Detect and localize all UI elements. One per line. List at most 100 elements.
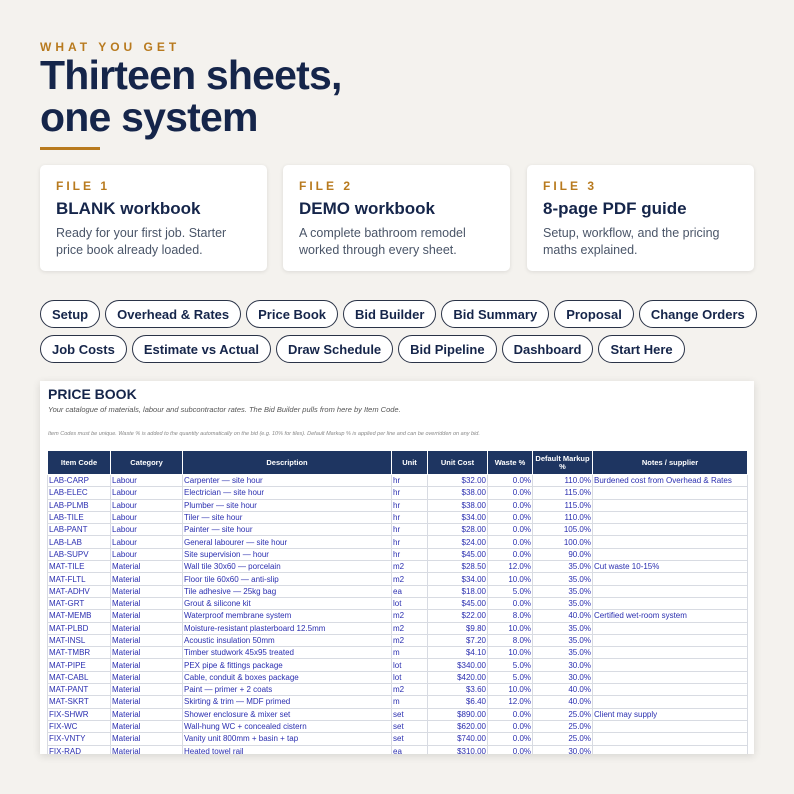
table-cell-item-code: LAB-CARP xyxy=(47,473,111,488)
table-cell-default-markup: 90.0% xyxy=(532,547,593,562)
table-cell-item-code: FIX-RAD xyxy=(47,744,111,754)
table-cell-notes-supplier xyxy=(592,572,748,586)
sheet-chip-overhead-rates[interactable]: Overhead & Rates xyxy=(105,300,242,328)
table-cell-item-code: MAT-TILE xyxy=(47,560,111,574)
table-cell-waste: 12.0% xyxy=(487,560,533,574)
table-cell-category: Material xyxy=(110,683,183,697)
table-cell-unit: hr xyxy=(391,498,428,512)
sheet-chip-change-orders[interactable]: Change Orders xyxy=(638,300,757,328)
table-cell-category: Material xyxy=(110,621,183,635)
table-cell-description: Grout & silicone kit xyxy=(182,596,392,611)
table-cell-item-code: MAT-GRT xyxy=(47,596,111,611)
table-cell-notes-supplier xyxy=(592,744,748,754)
page-title-line-2: one system xyxy=(40,94,258,140)
table-cell-category: Labour xyxy=(110,547,183,562)
table-cell-unit: m2 xyxy=(391,633,428,648)
table-cell-description: Floor tile 60x60 — anti-slip xyxy=(182,572,392,586)
sheet-chip-dashboard[interactable]: Dashboard xyxy=(501,335,594,363)
table-cell-unit-cost: $24.00 xyxy=(427,535,488,549)
table-cell-description: Shower enclosure & mixer set xyxy=(182,707,392,721)
table-row: MAT-PANT Material Paint — primer + 2 coats… xyxy=(47,683,748,697)
table-cell-default-markup: 35.0% xyxy=(532,646,593,660)
file-card-title: BLANK workbook xyxy=(56,199,201,218)
sheet-chip-setup[interactable]: Setup xyxy=(40,300,101,328)
table-row: MAT-GRT Material Grout & silicone kit lot $4… xyxy=(47,596,748,611)
table-cell-default-markup: 25.0% xyxy=(532,707,593,721)
sheet-chip-price-book[interactable]: Price Book xyxy=(246,300,339,328)
table-row: MAT-TMBR Material Timber studwork 45x95 tr… xyxy=(47,646,748,660)
table-cell-notes-supplier: Certified wet-room system xyxy=(592,609,748,623)
table-cell-unit: hr xyxy=(391,523,428,537)
table-cell-item-code: MAT-FLTL xyxy=(47,572,111,586)
table-cell-waste: 0.0% xyxy=(487,535,533,549)
table-cell-category: Labour xyxy=(110,535,183,549)
table-cell-category: Material xyxy=(110,572,183,586)
table-cell-category: Material xyxy=(110,695,183,709)
table-cell-unit-cost: $620.00 xyxy=(427,719,488,734)
column-header-unit-cost: Unit Cost xyxy=(427,450,488,475)
column-header-item-code: Item Code xyxy=(47,450,111,475)
table-cell-unit-cost: $310.00 xyxy=(427,744,488,754)
table-row: FIX-WC Material Wall-hung WC + concealed c… xyxy=(47,719,748,734)
sheet-chips-row-2: Job Costs Estimate vs Actual Draw Schedule… xyxy=(40,335,760,363)
table-row: LAB-CARP Labour Carpenter — site hour hr $32… xyxy=(47,473,748,488)
column-header-category: Category xyxy=(110,450,183,475)
table-cell-item-code: MAT-PIPE xyxy=(47,658,111,672)
sheet-chip-draw-schedule[interactable]: Draw Schedule xyxy=(275,335,394,363)
sheet-chip-job-costs[interactable]: Job Costs xyxy=(40,335,127,363)
table-cell-unit: hr xyxy=(391,547,428,562)
table-cell-notes-supplier xyxy=(592,633,748,648)
table-header-row: Item Code Category Description Unit Unit Cos… xyxy=(47,450,748,475)
table-cell-waste: 10.0% xyxy=(487,646,533,660)
table-cell-unit-cost: $45.00 xyxy=(427,547,488,562)
table-cell-item-code: LAB-SUPV xyxy=(47,547,111,562)
sheet-chip-bid-summary[interactable]: Bid Summary xyxy=(441,300,550,328)
table-cell-unit: m2 xyxy=(391,572,428,586)
table-row: LAB-PLMB Labour Plumber — site hour hr $38.0… xyxy=(47,498,748,512)
table-cell-category: Material xyxy=(110,719,183,734)
table-row: MAT-INSL Material Acoustic insulation 50mm… xyxy=(47,633,748,648)
table-cell-waste: 10.0% xyxy=(487,572,533,586)
table-cell-unit-cost: $340.00 xyxy=(427,658,488,672)
sheet-subtitle: Your catalogue of materials, labour and … xyxy=(48,405,401,414)
file-card-title: 8-page PDF guide xyxy=(543,199,687,218)
table-cell-unit: m xyxy=(391,646,428,660)
table-cell-item-code: MAT-MEMB xyxy=(47,609,111,623)
table-cell-category: Material xyxy=(110,658,183,672)
table-cell-unit: hr xyxy=(391,486,428,500)
table-cell-waste: 0.0% xyxy=(487,744,533,754)
table-cell-waste: 0.0% xyxy=(487,707,533,721)
sheet-chip-estimate-vs-actual[interactable]: Estimate vs Actual xyxy=(131,335,271,363)
file-card-description: Ready for your first job. Starter price … xyxy=(56,226,227,257)
table-cell-category: Material xyxy=(110,670,183,685)
table-cell-item-code: FIX-SHWR xyxy=(47,707,111,721)
table-row: FIX-SHWR Material Shower enclosure & mixer… xyxy=(47,707,748,721)
table-cell-notes-supplier xyxy=(592,547,748,562)
table-cell-notes-supplier: Cut waste 10-15% xyxy=(592,560,748,574)
table-row: LAB-LAB Labour General labourer — site hou… xyxy=(47,535,748,549)
table-cell-description: General labourer — site hour xyxy=(182,535,392,549)
table-cell-unit-cost: $3.60 xyxy=(427,683,488,697)
sheet-chip-proposal[interactable]: Proposal xyxy=(554,300,634,328)
table-cell-unit: m2 xyxy=(391,621,428,635)
table-cell-waste: 0.0% xyxy=(487,719,533,734)
table-row: FIX-RAD Material Heated towel rail ea $310.0… xyxy=(47,744,748,754)
table-cell-notes-supplier xyxy=(592,732,748,746)
sheet-chip-bid-pipeline[interactable]: Bid Pipeline xyxy=(398,335,497,363)
table-row: LAB-SUPV Labour Site supervision — hour hr $… xyxy=(47,547,748,562)
sheet-chip-start-here[interactable]: Start Here xyxy=(598,335,685,363)
table-cell-unit-cost: $18.00 xyxy=(427,584,488,598)
table-cell-category: Material xyxy=(110,633,183,648)
table-cell-unit: hr xyxy=(391,510,428,525)
table-cell-default-markup: 35.0% xyxy=(532,596,593,611)
table-cell-waste: 5.0% xyxy=(487,670,533,685)
table-cell-unit-cost: $28.50 xyxy=(427,560,488,574)
table-row: MAT-TILE Material Wall tile 30x60 — porcel… xyxy=(47,560,748,574)
table-cell-notes-supplier xyxy=(592,523,748,537)
sheet-chip-bid-builder[interactable]: Bid Builder xyxy=(343,300,437,328)
table-cell-category: Material xyxy=(110,707,183,721)
table-cell-default-markup: 35.0% xyxy=(532,621,593,635)
table-row: MAT-MEMB Material Waterproof membrane syst… xyxy=(47,609,748,623)
column-header-unit: Unit xyxy=(391,450,428,475)
table-cell-default-markup: 30.0% xyxy=(532,658,593,672)
